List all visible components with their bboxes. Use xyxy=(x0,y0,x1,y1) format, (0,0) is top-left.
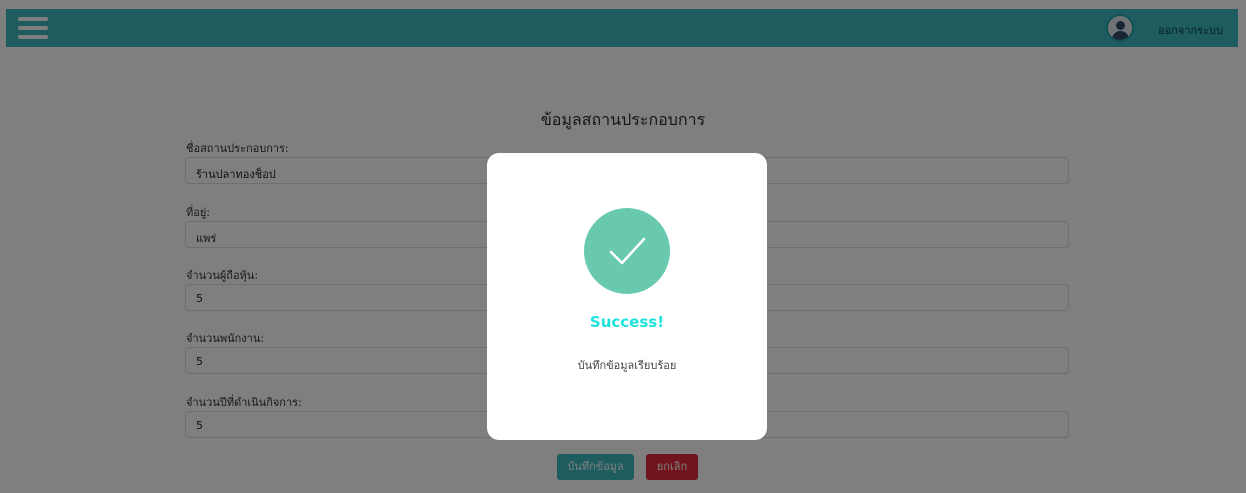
success-modal: Success! บันทึกข้อมูลเรียบร้อย xyxy=(487,153,767,440)
check-icon xyxy=(584,208,670,294)
success-title: Success! xyxy=(589,313,665,331)
success-message: บันทึกข้อมูลเรียบร้อย xyxy=(577,359,677,372)
